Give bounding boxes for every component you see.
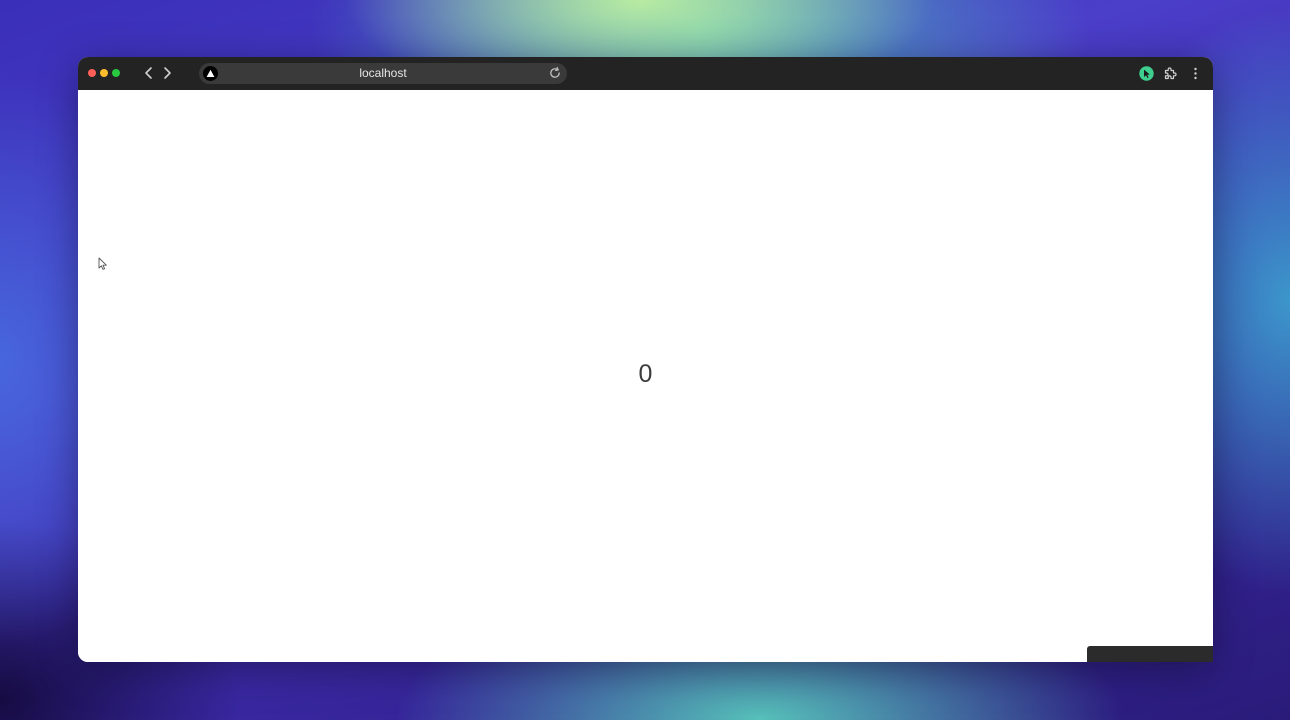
reload-icon <box>550 66 560 78</box>
window-close-button[interactable] <box>88 69 96 77</box>
browser-toolbar: localhost <box>78 57 1213 90</box>
more-vertical-icon <box>1194 67 1197 80</box>
corner-overlay <box>1087 646 1213 662</box>
counter-value: 0 <box>638 360 653 388</box>
window-minimize-button[interactable] <box>100 69 108 77</box>
address-bar[interactable]: localhost <box>199 63 567 84</box>
puzzle-icon <box>1164 67 1177 80</box>
chevron-right-icon <box>164 67 171 79</box>
cursor-extension-icon <box>1139 66 1154 81</box>
desktop-wallpaper: localhost 0 <box>0 0 1290 720</box>
browser-window: localhost 0 <box>78 57 1213 662</box>
mouse-pointer-icon <box>98 257 107 270</box>
url-text: localhost <box>359 66 407 80</box>
forward-button[interactable] <box>159 65 175 81</box>
extensions-button[interactable] <box>1163 66 1178 81</box>
back-button[interactable] <box>141 65 157 81</box>
page-viewport: 0 <box>78 90 1213 662</box>
reload-button[interactable] <box>548 66 562 80</box>
cursor-extension-button[interactable] <box>1139 66 1154 81</box>
browser-menu-button[interactable] <box>1188 66 1203 81</box>
chevron-left-icon <box>145 67 152 79</box>
window-maximize-button[interactable] <box>112 69 120 77</box>
